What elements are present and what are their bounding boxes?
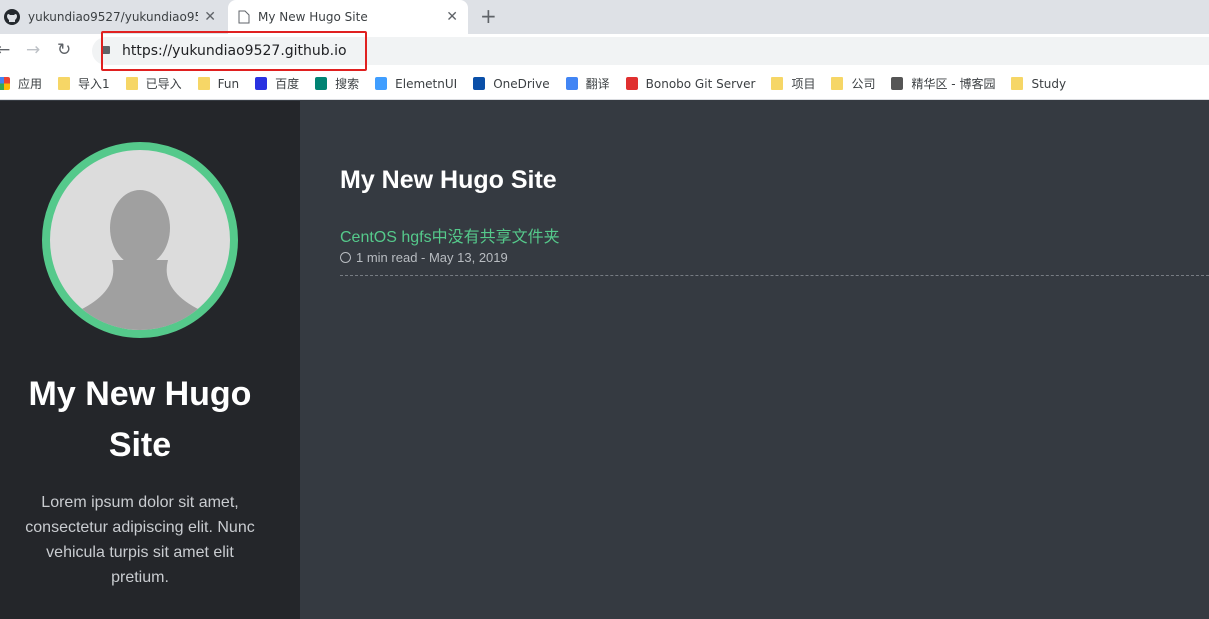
sidebar: My New Hugo Site Lorem ipsum dolor sit a… (0, 101, 300, 619)
divider (340, 275, 1209, 276)
new-tab-button[interactable]: + (480, 4, 497, 28)
bookmark-label: 已导入 (145, 77, 182, 91)
toolbar: ← → ↻ https://yukundiao9527.github.io (0, 31, 1209, 71)
bookmark-item[interactable]: 应用 (0, 75, 42, 92)
bookmark-label: 导入1 (78, 77, 110, 91)
baidu-icon (255, 77, 268, 90)
bookmark-item[interactable]: Study (1011, 77, 1066, 91)
apps-icon (0, 77, 10, 90)
bookmark-label: 搜索 (335, 77, 360, 91)
bookmark-label: OneDrive (493, 76, 550, 91)
folder-icon (58, 77, 71, 90)
bookmark-label: Fun (217, 76, 240, 91)
folder-icon (125, 77, 138, 90)
back-button[interactable]: ← (0, 40, 10, 60)
bookmark-item[interactable]: 公司 (831, 75, 875, 92)
bookmark-item[interactable]: OneDrive (473, 76, 550, 91)
bookmark-item[interactable]: 精华区 - 博客园 (891, 75, 995, 92)
bing-icon (315, 77, 328, 90)
github-icon (4, 9, 20, 25)
tab-label: yukundiao9527/yukundiao9527 (28, 10, 198, 24)
avatar (42, 142, 238, 338)
bookmark-item[interactable]: 项目 (771, 75, 815, 92)
post-title-link[interactable]: CentOS hgfs中没有共享文件夹 (340, 223, 1209, 247)
forward-button[interactable]: → (26, 40, 40, 60)
translate-icon (565, 77, 578, 90)
bookmark-item[interactable]: Bonobo Git Server (625, 76, 756, 91)
page-title: My New Hugo Site (340, 166, 557, 194)
close-icon[interactable]: ✕ (204, 9, 216, 25)
highlight-box (101, 31, 367, 71)
close-icon[interactable]: ✕ (446, 9, 458, 25)
tab-strip: yukundiao9527/yukundiao9527 ✕ My New Hug… (0, 0, 1209, 34)
bookmark-item[interactable]: ElemetnUI (375, 77, 457, 91)
bookmark-label: 精华区 - 博客园 (911, 77, 996, 91)
site-description: Lorem ipsum dolor sit amet, consectetur … (25, 494, 255, 586)
bookmark-label: 翻译 (585, 77, 610, 91)
bookmark-label: 应用 (18, 77, 43, 91)
cnblogs-icon (891, 77, 904, 90)
tab-hugo-site[interactable]: My New Hugo Site ✕ (228, 0, 468, 34)
bookmark-item[interactable]: 搜索 (315, 75, 359, 92)
onedrive-icon (473, 77, 486, 90)
bookmark-item[interactable]: 导入1 (58, 75, 110, 92)
bookmarks-bar: 应用 导入1 已导入 Fun 百度 搜索 ElemetnUI OneDrive 翻译 Bonobo… (0, 68, 1209, 100)
bookmark-label: ElemetnUI (395, 76, 458, 91)
bookmark-label: Study (1031, 76, 1067, 91)
reload-button[interactable]: ↻ (57, 40, 71, 60)
page-icon (238, 10, 250, 24)
tab-label: My New Hugo Site (258, 10, 368, 24)
folder-icon (197, 77, 210, 90)
main-content: My New Hugo Site CentOS hgfs中没有共享文件夹 1 m… (300, 101, 1209, 619)
folder-icon (1011, 77, 1024, 90)
bookmark-item[interactable]: Fun (197, 76, 240, 91)
post-item: CentOS hgfs中没有共享文件夹 1 min read - May 13,… (340, 223, 1209, 276)
bookmark-item[interactable]: 已导入 (125, 75, 182, 92)
git-icon (625, 77, 638, 90)
folder-icon (831, 77, 844, 90)
folder-icon (771, 77, 784, 90)
bookmark-label: 公司 (851, 77, 876, 91)
site-title[interactable]: My New Hugo Site (0, 369, 280, 471)
bookmark-item[interactable]: 百度 (255, 75, 299, 92)
post-meta: 1 min read - May 13, 2019 (356, 250, 508, 265)
bookmark-label: 百度 (275, 77, 300, 91)
bookmark-label: Bonobo Git Server (645, 76, 756, 91)
clock-icon (340, 252, 351, 263)
tab-github[interactable]: yukundiao9527/yukundiao9527 ✕ (0, 0, 226, 34)
element-icon (375, 77, 388, 90)
bookmark-label: 项目 (791, 77, 816, 91)
bookmark-item[interactable]: 翻译 (565, 75, 610, 92)
